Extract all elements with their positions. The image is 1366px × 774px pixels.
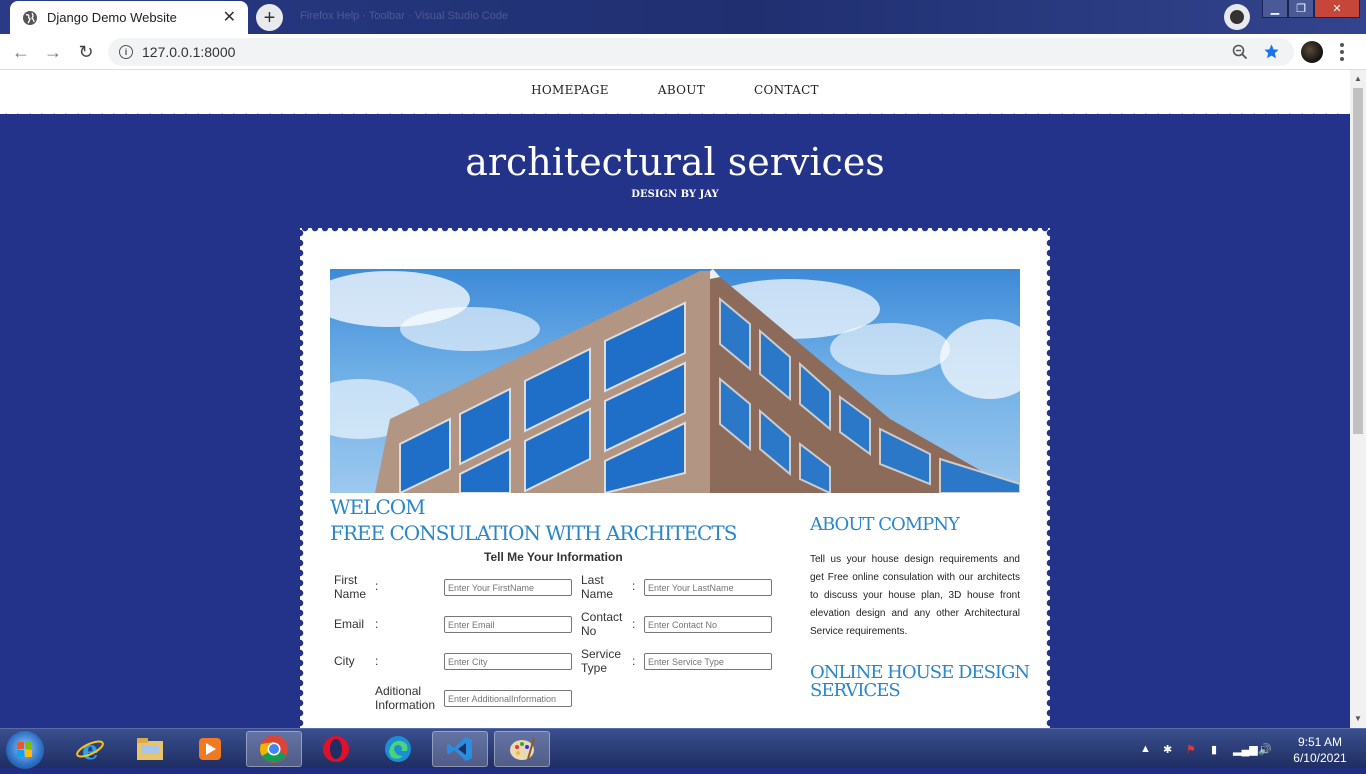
tab-search-button[interactable] [1224, 4, 1250, 30]
colon: : [632, 654, 636, 668]
internet-explorer-icon: e [76, 736, 104, 764]
clock-date: 6/10/2021 [1293, 751, 1347, 765]
restore-button[interactable]: ❐ [1288, 0, 1314, 18]
consult-heading: FREE CONSULATION WITH ARCHITECTS [330, 521, 737, 545]
contact-no-input[interactable] [644, 616, 772, 633]
reload-icon: ↻ [78, 41, 94, 62]
chrome-icon [260, 735, 288, 763]
additional-info-input[interactable] [444, 690, 572, 707]
info-icon[interactable]: i [119, 45, 133, 59]
browser-titlebar: Django Demo Website ✕ + Firefox Help · T… [0, 0, 1366, 34]
last-name-label: Last Name [581, 573, 614, 601]
page-scrollbar[interactable]: ▲ ▼ [1350, 70, 1366, 728]
arrow-right-icon: → [44, 41, 62, 62]
edge-icon [385, 736, 411, 762]
close-icon: ✕ [1332, 3, 1342, 15]
additional-info-label: Aditional Information [375, 684, 436, 712]
bluetooth-icon[interactable]: ✱ [1163, 743, 1172, 756]
city-label: City [334, 654, 355, 668]
colon: : [375, 654, 379, 668]
first-name-input[interactable] [444, 579, 572, 596]
svg-text:e: e [82, 736, 99, 764]
profile-avatar[interactable] [1301, 41, 1323, 63]
back-button[interactable]: ← [10, 41, 32, 63]
email-input[interactable] [444, 616, 572, 633]
folder-icon [137, 738, 163, 760]
taskbar-vscode[interactable] [432, 731, 488, 767]
clock-time: 9:51 AM [1297, 735, 1343, 749]
taskbar-paint[interactable] [494, 731, 550, 767]
hero-title: architectural services [465, 140, 885, 184]
close-window-button[interactable]: ✕ [1314, 0, 1360, 18]
colon: : [632, 579, 636, 593]
windows-taskbar: e ▲ ✱ ⚑ ▮ ▂▄▆ 🔊 9:51 AM 6/10/2021 [0, 728, 1366, 769]
colon: : [375, 579, 379, 593]
chevron-down-icon [1230, 10, 1244, 24]
taskbar-chrome[interactable] [246, 731, 302, 767]
scroll-down-icon[interactable]: ▼ [1354, 714, 1362, 723]
taskbar-edge[interactable] [370, 731, 426, 767]
colon: : [632, 617, 636, 631]
card-scallop-top [300, 224, 1050, 232]
welcome-heading: WELCOM [330, 495, 426, 519]
taskbar-ie[interactable]: e [62, 731, 118, 767]
forward-button[interactable]: → [42, 41, 64, 63]
system-clock[interactable]: 9:51 AM 6/10/2021 [1286, 734, 1354, 766]
contact-no-label: Contact No [581, 610, 623, 638]
minimize-button[interactable]: ▁ [1262, 0, 1288, 18]
action-center-icon[interactable]: ⚑ [1186, 743, 1196, 756]
vscode-icon [447, 737, 472, 761]
media-player-icon [199, 738, 221, 760]
reload-button[interactable]: ↻ [75, 41, 97, 63]
browser-tab[interactable]: Django Demo Website ✕ [10, 1, 248, 34]
form-title: Tell Me Your Information [484, 550, 623, 564]
minimize-icon: ▁ [1270, 3, 1280, 15]
card-scallop-left [296, 228, 304, 728]
address-bar[interactable]: i 127.0.0.1:8000 [108, 38, 1294, 66]
windows-logo-icon [17, 742, 32, 757]
paint-palette-icon [510, 737, 535, 760]
zoom-icon[interactable] [1232, 44, 1248, 60]
web-page: HOMEPAGE ABOUT CONTACT architectural ser… [0, 70, 1350, 728]
content-card: WELCOM FREE CONSULATION WITH ARCHITECTS … [296, 224, 1054, 728]
taskbar-media-player[interactable] [182, 731, 238, 767]
city-input[interactable] [444, 653, 572, 670]
building-illustration [330, 269, 1020, 493]
restore-icon: ❐ [1296, 3, 1306, 15]
volume-icon[interactable]: 🔊 [1258, 743, 1272, 756]
card-scallop-right [1046, 228, 1054, 728]
network-signal-icon[interactable]: ▂▄▆ [1233, 743, 1258, 756]
first-name-label: First Name [334, 573, 367, 601]
bookmark-star-icon[interactable] [1263, 43, 1280, 60]
service-type-input[interactable] [644, 653, 772, 670]
taskbar-opera[interactable] [308, 731, 364, 767]
nav-scallop-border [0, 108, 1350, 120]
taskbar-explorer[interactable] [122, 731, 178, 767]
new-tab-button[interactable]: + [256, 4, 283, 31]
globe-icon [23, 10, 37, 25]
email-label: Email [334, 617, 365, 631]
hero-subtitle: DESIGN BY JAY [631, 189, 719, 200]
about-company-heading: ABOUT COMPNY [810, 514, 960, 535]
online-house-design-heading: ONLINE HOUSE DESIGN SERVICES [810, 662, 1030, 701]
tab-title: Django Demo Website [47, 10, 177, 25]
show-hidden-icons[interactable]: ▲ [1140, 743, 1151, 755]
scroll-up-icon[interactable]: ▲ [1354, 74, 1362, 83]
background-window-text: Firefox Help · Toolbar · Visual Studio C… [300, 10, 509, 22]
start-button[interactable] [6, 731, 44, 769]
service-type-label: Service Type [581, 647, 622, 675]
close-tab-icon[interactable]: ✕ [223, 9, 236, 26]
scrollbar-thumb[interactable] [1353, 88, 1363, 434]
last-name-input[interactable] [644, 579, 772, 596]
arrow-left-icon: ← [12, 41, 30, 62]
browser-toolbar: ← → ↻ i 127.0.0.1:8000 [0, 34, 1366, 70]
url-text[interactable]: 127.0.0.1:8000 [142, 44, 235, 60]
about-company-text: Tell us your house design requirements a… [810, 554, 1020, 637]
battery-icon[interactable]: ▮ [1211, 743, 1217, 756]
building-photo [330, 269, 1020, 493]
colon: : [375, 617, 379, 631]
opera-icon [323, 736, 349, 762]
menu-kebab-icon[interactable] [1340, 43, 1344, 61]
